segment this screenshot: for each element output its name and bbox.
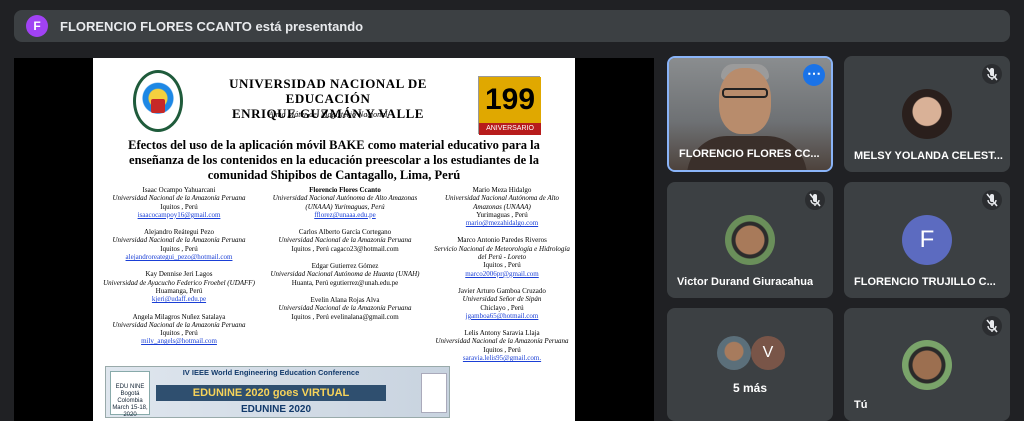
participant-name: Tú [854,399,868,411]
author-entry: Edgar Gutierrez Gómez Universidad Nacion… [270,262,420,287]
author-entry: Florencio Flores Ccanto Universidad Naci… [272,186,418,219]
participant-tile-florencio-flores[interactable]: ⋯ FLORENCIO FLORES CC... [667,56,833,172]
author-entry: Lelis Antony Saravia Llaja Universidad N… [435,329,569,363]
conference-name: IV IEEE World Engineering Education Conf… [182,368,360,377]
mic-off-icon [982,316,1002,336]
participant-tile-self[interactable]: Tú [844,308,1010,421]
participant-name: FLORENCIO FLORES CC... [679,148,820,160]
presenting-banner: F FLORENCIO FLORES CCANTO está presentan… [14,10,1010,42]
edunine-conference-banner: EDU NINE Bogotá Colombia March 15-18, 20… [105,366,450,418]
more-participants-tile[interactable]: V 5 más [667,308,833,421]
author-entry: Isaac Ocampo Yahuarcani Universidad Naci… [112,186,246,219]
participant-name: Victor Durand Giuracahua [677,276,814,288]
participant-tile-melsy[interactable]: MELSY YOLANDA CELEST... [844,56,1010,172]
author-entry: Carlos Alberto García Cortegano Universi… [278,228,412,253]
participant-avatar [902,340,952,390]
participant-avatar: F [902,215,952,265]
presentation-slide: UNIVERSIDAD NACIONAL DE EDUCACIÓN ENRIQU… [93,58,575,421]
participant-avatar [725,215,775,265]
participant-name: FLORENCIO TRUJILLO C... [854,276,996,288]
participant-avatar [902,89,952,139]
participant-avatar: V [751,336,785,370]
author-entry: Kay Dennise Jeri Lagos Universidad de Ay… [103,270,255,304]
authors-column-1: Isaac Ocampo Yahuarcani Universidad Naci… [103,186,255,355]
participant-name: MELSY YOLANDA CELEST... [854,150,1003,162]
more-options-icon[interactable]: ⋯ [803,64,825,86]
university-motto: Alma Máter del Magisterio Nacional [268,110,388,119]
participant-tile-florencio-trujillo[interactable]: F FLORENCIO TRUJILLO C... [844,182,1010,298]
author-entry: Marco Antonio Paredes Riveros Servicio N… [434,236,570,278]
participant-tile-victor[interactable]: Victor Durand Giuracahua [667,182,833,298]
mic-off-icon [982,64,1002,84]
mic-off-icon [982,190,1002,210]
anniversary-logo: 199 ANIVERSARIO [478,76,541,135]
conference-footer: EDUNINE 2020 [240,404,312,415]
paper-title: Efectos del uso de la aplicación móvil B… [128,138,540,182]
presenter-avatar: F [26,15,48,37]
author-entry: Javier Arturo Gamboa Cruzado Universidad… [458,286,546,320]
sponsor-logo [421,373,447,413]
author-entry: Alejandro Reátegui Pezo Universidad Naci… [112,228,246,262]
participant-avatar [717,336,751,370]
mic-off-icon [805,190,825,210]
shared-screen[interactable]: UNIVERSIDAD NACIONAL DE EDUCACIÓN ENRIQU… [14,58,654,421]
authors-column-2: Florencio Flores Ccanto Universidad Naci… [261,186,429,330]
edunine-logo: EDU NINE Bogotá Colombia March 15-18, 20… [110,371,150,418]
author-entry: Angela Milagros Nuñez Satalaya Universid… [112,312,246,346]
more-participants-count: 5 más [732,381,768,395]
author-entry: Mario Meza Hidalgo Universidad Nacional … [444,186,560,228]
presenting-text: FLORENCIO FLORES CCANTO está presentando [60,18,364,34]
authors-column-3: Mario Meza Hidalgo Universidad Nacional … [433,186,571,371]
university-seal-icon [133,70,183,132]
virtual-banner: EDUNINE 2020 goes VIRTUAL [156,385,386,401]
author-entry: Evelin Alana Rojas Alva Universidad Naci… [278,295,412,321]
